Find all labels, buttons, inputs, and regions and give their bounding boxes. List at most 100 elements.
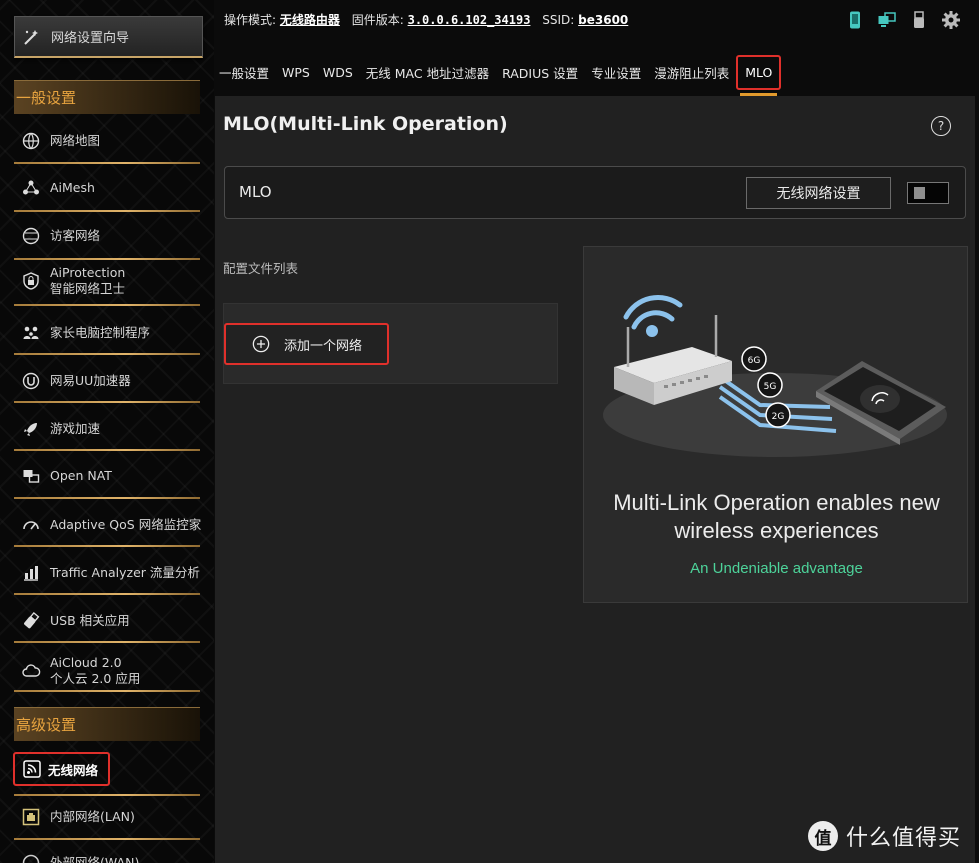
uu-accelerator-icon xyxy=(20,370,42,392)
profile-list-label: 配置文件列表 xyxy=(223,261,299,276)
wan-icon xyxy=(20,852,42,863)
network-setup-wizard-button[interactable]: 网络设置向导 xyxy=(14,16,203,58)
mlo-promo-card: 6G 5G 2G Multi-Link Operation enables ne… xyxy=(583,246,968,603)
divider xyxy=(14,641,200,643)
sidebar-item-7[interactable]: 游戏加速 xyxy=(14,409,200,449)
mlo-toggle[interactable] xyxy=(907,182,949,204)
sidebar-item-label: AiProtection xyxy=(50,265,126,280)
cloud-icon xyxy=(20,660,42,682)
mlo-label: MLO xyxy=(239,183,272,201)
tab-2[interactable]: WPS xyxy=(282,65,310,80)
divider xyxy=(14,449,200,451)
divider xyxy=(14,210,200,212)
band-badge-2g: 2G xyxy=(772,412,785,422)
nat-icon xyxy=(20,465,42,487)
sidebar-item-label: Adaptive QoS 网络监控家 xyxy=(50,517,202,532)
sidebar-item-label: 网易UU加速器 xyxy=(50,373,131,388)
divider xyxy=(14,545,200,547)
general-settings-header: 一般设置 xyxy=(14,80,200,114)
sidebar-item-2[interactable]: AiMesh xyxy=(14,168,200,208)
globe-icon xyxy=(20,225,42,247)
rocket-icon xyxy=(20,418,42,440)
sidebar-item-sublabel: 智能网络卫士 xyxy=(50,281,126,296)
sidebar-item-label: 访客网络 xyxy=(50,228,101,243)
tab-3[interactable]: WDS xyxy=(323,65,353,80)
divider xyxy=(14,690,200,692)
divider xyxy=(14,593,200,595)
operation-mode-link[interactable]: 无线路由器 xyxy=(280,13,340,27)
sidebar-item-wan[interactable]: 外部网络(WAN) xyxy=(14,843,200,863)
chart-icon xyxy=(20,562,42,584)
firmware-version-link[interactable]: 3.0.0.6.102_34193 xyxy=(408,13,531,27)
sidebar-item-wireless[interactable]: 无线网络 xyxy=(13,752,110,786)
sidebar-item-4[interactable]: AiProtection 智能网络卫士 xyxy=(14,258,200,304)
sidebar-item-6[interactable]: 网易UU加速器 xyxy=(14,361,200,401)
band-badge-5g: 5G xyxy=(764,382,777,392)
plus-circle-icon xyxy=(252,335,270,353)
sidebar-item-lan[interactable]: 内部网络(LAN) xyxy=(14,797,200,837)
advanced-settings-header: 高级设置 xyxy=(14,707,200,741)
add-network-label: 添加一个网络 xyxy=(284,338,363,354)
sidebar-item-1[interactable]: 网络地图 xyxy=(14,121,200,161)
sidebar-item-3[interactable]: 访客网络 xyxy=(14,216,200,256)
sidebar-item-8[interactable]: Open NAT xyxy=(14,456,200,496)
globe-map-icon xyxy=(20,130,42,152)
tab-8[interactable]: MLO xyxy=(736,54,782,90)
status-line: 操作模式: 无线路由器 固件版本: 3.0.0.6.102_34193 SSID… xyxy=(224,11,636,28)
divider xyxy=(14,794,200,796)
sidebar-item-label: AiMesh xyxy=(50,180,95,195)
tab-1[interactable]: 一般设置 xyxy=(219,63,269,82)
tab-5[interactable]: RADIUS 设置 xyxy=(502,63,578,82)
aimesh-icon xyxy=(20,177,42,199)
network-status-icon[interactable] xyxy=(877,10,897,30)
wireless-settings-button[interactable]: 无线网络设置 xyxy=(746,177,891,209)
band-badge-6g: 6G xyxy=(748,356,761,366)
router-tablet-illustration: 6G 5G 2G xyxy=(603,295,947,457)
sidebar-item-label: 游戏加速 xyxy=(50,421,101,436)
page-title: MLO(Multi-Link Operation) xyxy=(223,113,508,135)
help-icon[interactable]: ? xyxy=(931,116,951,136)
magic-wand-icon xyxy=(21,26,43,48)
ssid-link[interactable]: be3600 xyxy=(578,13,628,27)
promo-tagline: An Undeniable advantage xyxy=(690,560,863,577)
operation-mode-label: 操作模式: xyxy=(224,13,277,27)
usb-status-icon[interactable] xyxy=(909,10,929,30)
tab-7[interactable]: 漫游阻止列表 xyxy=(654,63,729,82)
toggle-knob xyxy=(914,187,925,199)
usb-icon xyxy=(20,610,42,632)
firmware-label: 固件版本: xyxy=(351,13,404,27)
lan-icon xyxy=(20,806,42,828)
general-settings-header-label: 一般设置 xyxy=(16,89,77,107)
divider xyxy=(14,497,200,499)
wifi-icon xyxy=(21,758,43,780)
sidebar-item-11[interactable]: USB 相关应用 xyxy=(14,601,200,641)
sidebar-item-label: 内部网络(LAN) xyxy=(50,809,135,824)
sidebar-item-12[interactable]: AiCloud 2.0 个人云 2.0 应用 xyxy=(14,648,200,694)
sidebar-item-sublabel: 个人云 2.0 应用 xyxy=(50,671,141,686)
sidebar-item-label: Open NAT xyxy=(50,468,112,483)
sidebar-item-label: 网络地图 xyxy=(50,133,101,148)
gauge-icon xyxy=(20,514,42,536)
gear-icon[interactable] xyxy=(941,10,961,30)
sidebar-item-10[interactable]: Traffic Analyzer 流量分析 xyxy=(14,553,200,593)
status-icons xyxy=(845,10,961,30)
tab-4[interactable]: 无线 MAC 地址过滤器 xyxy=(366,63,489,82)
tab-6[interactable]: 专业设置 xyxy=(591,63,641,82)
divider xyxy=(14,401,200,403)
family-icon xyxy=(20,322,42,344)
sidebar-item-label: USB 相关应用 xyxy=(50,613,130,628)
sidebar-item-label: 无线网络 xyxy=(48,762,99,778)
watermark-badge: 值 xyxy=(808,821,838,851)
ssid-label: SSID: xyxy=(542,13,575,27)
sidebar-item-label: 家长电脑控制程序 xyxy=(50,325,151,340)
add-network-button[interactable]: 添加一个网络 xyxy=(224,323,389,365)
promo-headline: Multi-Link Operation enables new wireles… xyxy=(613,490,940,543)
shield-lock-icon xyxy=(20,270,42,292)
sidebar: 网络设置向导 一般设置 网络地图 AiMesh 访客网络 AiProtection 智能… xyxy=(0,0,214,863)
divider xyxy=(14,304,200,306)
divider xyxy=(14,838,200,840)
sidebar-item-9[interactable]: Adaptive QoS 网络监控家 xyxy=(14,505,202,545)
phone-icon[interactable] xyxy=(845,10,865,30)
sidebar-item-label: 外部网络(WAN) xyxy=(50,855,140,863)
sidebar-item-5[interactable]: 家长电脑控制程序 xyxy=(14,313,200,353)
